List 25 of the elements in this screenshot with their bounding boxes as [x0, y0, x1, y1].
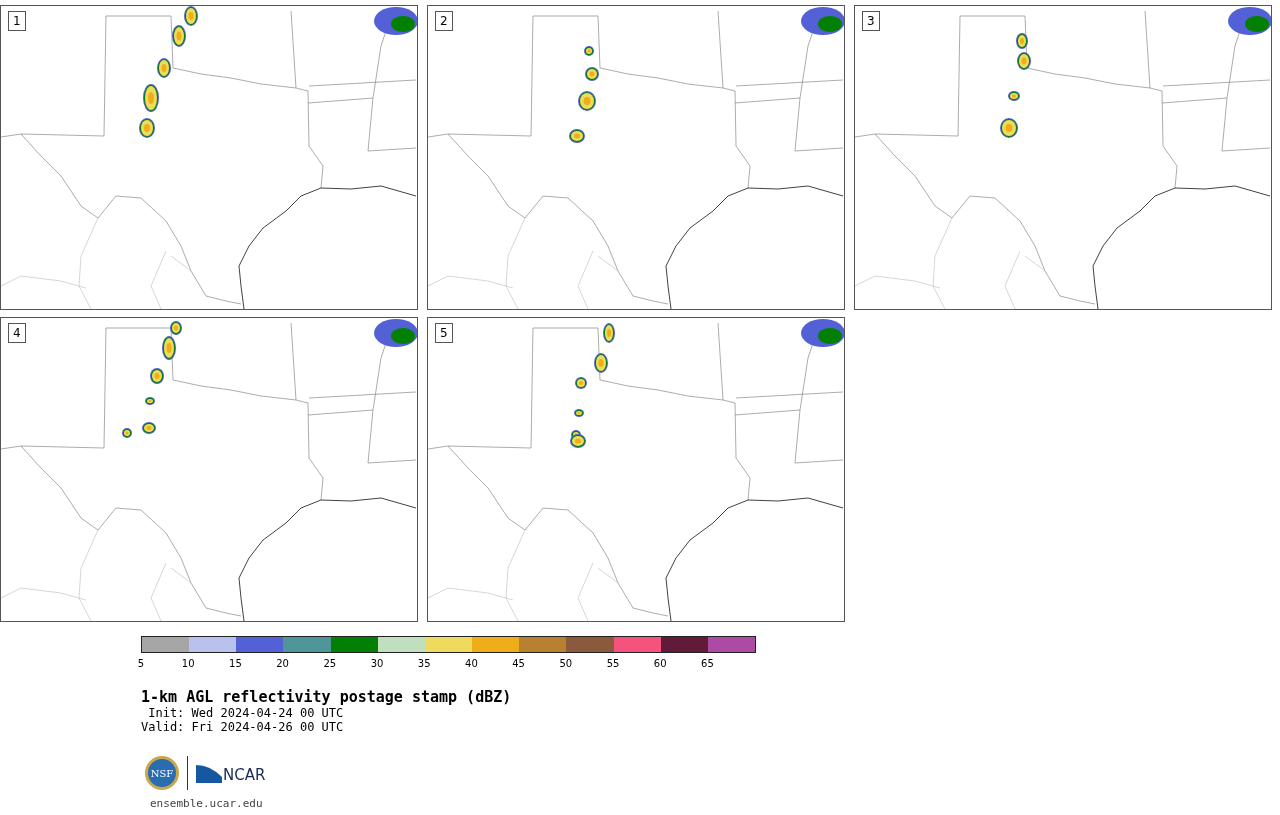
tick-label: 35 [417, 658, 431, 670]
tick-label: 30 [370, 658, 384, 670]
panel-number: 3 [862, 11, 880, 31]
tick-label: 20 [276, 658, 289, 670]
chart-title: 1-km AGL reflectivity postage stamp (dBZ) [141, 688, 513, 706]
tick-label: 25 [323, 658, 337, 670]
valid-time: Valid: Fri 2024-04-26 00 UTC [141, 720, 345, 734]
panel-number: 4 [8, 323, 26, 343]
tick-label: 15 [229, 658, 242, 670]
panel-number: 1 [8, 11, 26, 31]
tick-label: 45 [512, 658, 525, 670]
website-url: ensemble.ucar.edu [150, 796, 264, 812]
ncar-logo: NCAR [196, 763, 266, 783]
ncar-emblem-icon [196, 763, 222, 783]
panel-number: 2 [435, 11, 453, 31]
init-time: Init: Wed 2024-04-24 00 UTC [147, 706, 345, 720]
tick-label: 55 [606, 658, 620, 670]
nsf-logo: NSF [145, 756, 179, 790]
panel-number: 5 [435, 323, 453, 343]
tick-label: 60 [653, 658, 667, 670]
tick-label: 50 [559, 658, 573, 670]
tick-label: 40 [465, 658, 478, 670]
tick-label: 65 [701, 658, 714, 670]
tick-label: 10 [181, 658, 195, 670]
tick-label: 5 [137, 658, 145, 670]
